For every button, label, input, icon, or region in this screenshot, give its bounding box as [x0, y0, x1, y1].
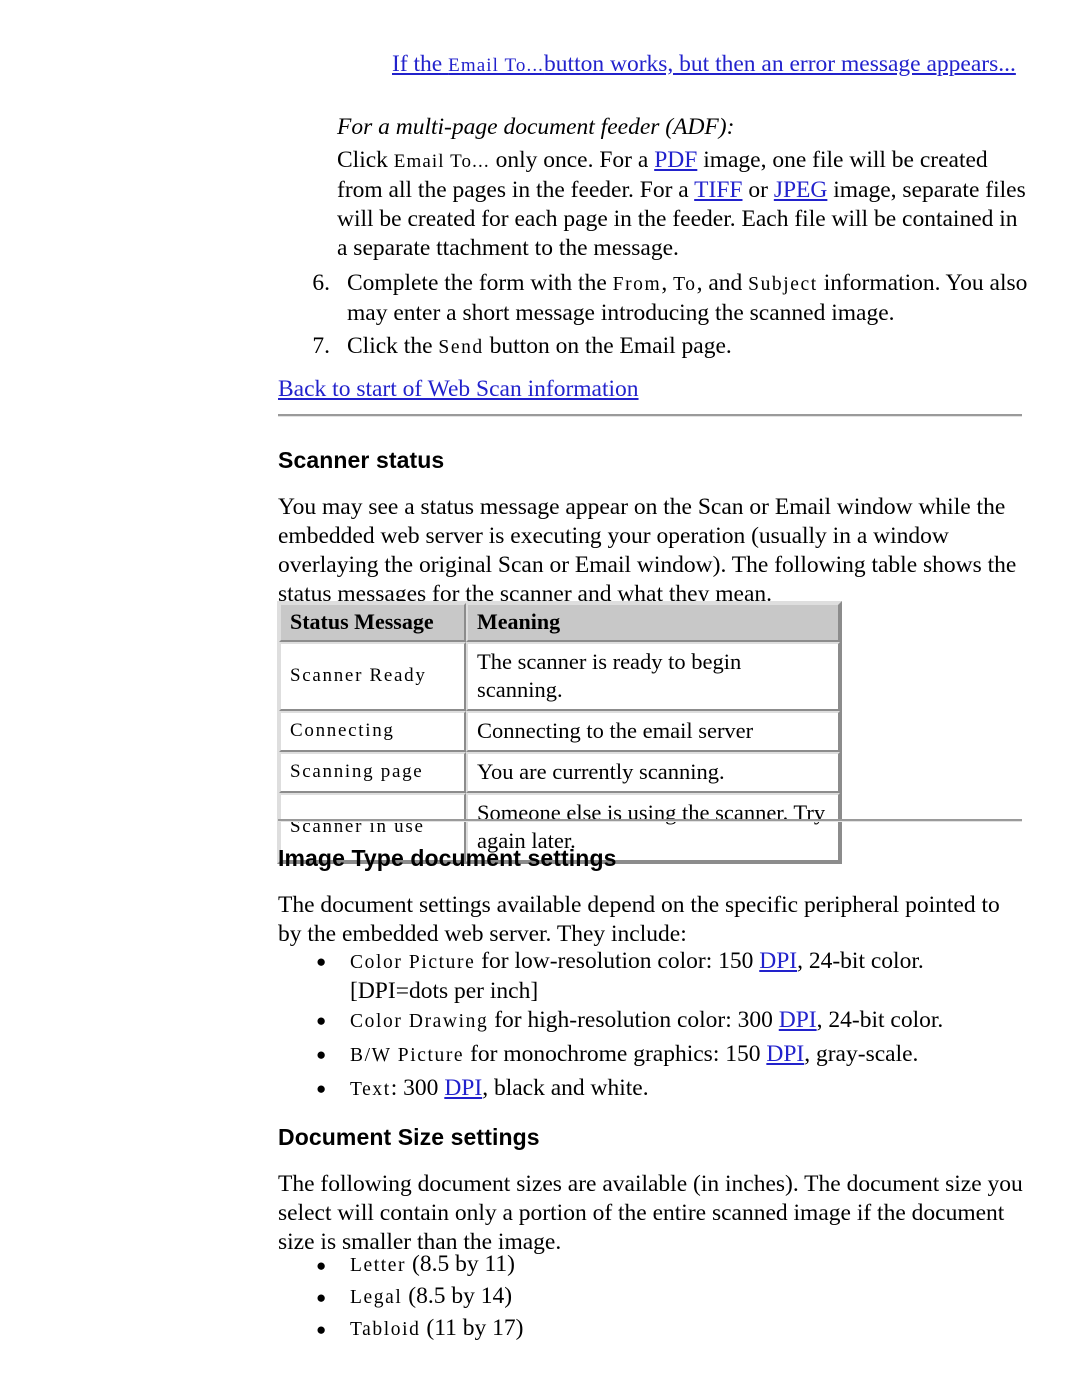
adf-text-1: Click: [337, 147, 394, 173]
step6-text-2: ,: [661, 270, 674, 296]
list-item: ● Tabloid (11 by 17): [316, 1315, 736, 1343]
dpi-link[interactable]: DPI: [766, 1041, 804, 1067]
list-item-text: B/W Picture for monochrome graphics: 150…: [350, 1040, 1026, 1070]
meaning-cell: The scanner is ready to begin scanning.: [466, 642, 840, 711]
adf-paragraph: Click Email To... only once. For a PDF i…: [337, 146, 1027, 263]
document-page: If the Email To...button works, but then…: [0, 0, 1080, 1397]
legal-size-name: Legal: [350, 1287, 403, 1308]
from-field-name: From: [612, 274, 662, 295]
bullet-dot-icon: ●: [316, 1011, 327, 1030]
bullet-dot-icon: ●: [316, 1288, 327, 1307]
text-option-name: Text: [350, 1079, 391, 1100]
list-item-text: Click the Send button on the Email page.: [347, 332, 1030, 362]
document-size-heading: Document Size settings: [278, 1124, 540, 1150]
pdf-link[interactable]: PDF: [654, 147, 697, 173]
bullet-dot-icon: ●: [316, 1256, 327, 1275]
step6-text-1: Complete the form with the: [347, 270, 613, 296]
list-item: ● Color Picture for low-resolution color…: [316, 947, 1026, 1006]
bullet-4-text-1: : 300: [390, 1075, 445, 1101]
list-item: ● Color Drawing for high-resolution colo…: [316, 1006, 1026, 1036]
jpeg-link[interactable]: JPEG: [774, 177, 828, 203]
bullet-dot-icon: ●: [316, 952, 327, 971]
section-divider: [278, 414, 1022, 417]
link-prefix-text: If the: [392, 51, 449, 77]
list-item-text: Color Picture for low-resolution color: …: [350, 947, 1026, 1006]
bullet-dot-icon: ●: [316, 1079, 327, 1098]
bw-picture-option-name: B/W Picture: [350, 1045, 465, 1066]
status-message-cell: Scanning page: [279, 752, 466, 793]
adf-subheading: For a multi-page document feeder (ADF):: [337, 114, 735, 140]
table-header-row: Status Message Meaning: [279, 603, 840, 642]
section-divider: [278, 819, 1022, 822]
color-drawing-option-name: Color Drawing: [350, 1011, 489, 1032]
list-item: ● B/W Picture for monochrome graphics: 1…: [316, 1040, 1026, 1070]
list-item-number: 6.: [312, 270, 330, 296]
error-message-link-paragraph: If the Email To...button works, but then…: [392, 50, 1032, 80]
status-message-table-wrapper: Status Message Meaning Scanner Ready The…: [277, 601, 842, 864]
list-item: 6. Complete the form with the From, To, …: [300, 269, 1030, 328]
bullet-dot-icon: ●: [316, 1045, 327, 1064]
list-item-number: 7.: [312, 333, 330, 359]
back-to-start-link-wrapper: Back to start of Web Scan information: [278, 375, 978, 404]
email-to-button-name: Email To...: [393, 151, 490, 172]
table-row: Scanner Ready The scanner is ready to be…: [279, 642, 840, 711]
list-item-text: Legal (8.5 by 14): [350, 1283, 736, 1311]
back-to-start-link[interactable]: Back to start of Web Scan information: [278, 376, 639, 402]
list-item-text: Letter (8.5 by 11): [350, 1251, 736, 1279]
column-header-meaning: Meaning: [466, 603, 840, 642]
color-picture-option-name: Color Picture: [350, 952, 476, 973]
error-message-link[interactable]: If the Email To...button works, but then…: [392, 51, 1016, 77]
list-item: 7. Click the Send button on the Email pa…: [300, 332, 1030, 362]
document-size-paragraph: The following document sizes are availab…: [278, 1171, 1023, 1255]
column-header-status-message: Status Message: [279, 603, 466, 642]
scanner-status-paragraph: You may see a status message appear on t…: [278, 494, 1017, 607]
list-item-text: Color Drawing for high-resolution color:…: [350, 1006, 1026, 1036]
step6-text-3: , and: [696, 270, 749, 296]
bullet-1-text-1: for low-resolution color: 150: [475, 948, 760, 974]
legal-size-dims: (8.5 by 14): [402, 1283, 513, 1309]
image-type-heading: Image Type document settings: [278, 845, 617, 871]
adf-text-2: only once. For a: [489, 147, 655, 173]
link-suffix-text: button works, but then an error message …: [544, 51, 1016, 77]
status-message-cell: Connecting: [279, 711, 466, 752]
letter-size-name: Letter: [350, 1255, 407, 1276]
step7-text-2: button on the Email page.: [483, 333, 732, 359]
list-item-text: Text: 300 DPI, black and white.: [350, 1074, 1026, 1104]
meaning-cell: You are currently scanning.: [466, 752, 840, 793]
send-button-name: Send: [438, 337, 484, 358]
bullet-2-text-1: for high-resolution color: 300: [488, 1007, 779, 1033]
bullet-4-text-2: , black and white.: [482, 1075, 649, 1101]
adf-text-4: or: [742, 177, 774, 203]
step7-text-1: Click the: [347, 333, 439, 359]
status-message-table: Status Message Meaning Scanner Ready The…: [277, 601, 842, 864]
list-item-text: Complete the form with the From, To, and…: [347, 269, 1030, 328]
meaning-cell: Connecting to the email server: [466, 711, 840, 752]
image-type-paragraph: The document settings available depend o…: [278, 892, 1000, 947]
tabloid-size-name: Tabloid: [350, 1319, 421, 1340]
dpi-link[interactable]: DPI: [779, 1007, 817, 1033]
table-row: Scanning page You are currently scanning…: [279, 752, 840, 793]
bullet-dot-icon: ●: [316, 1320, 327, 1339]
dpi-link[interactable]: DPI: [759, 948, 797, 974]
email-to-button-name: Email To...: [448, 55, 545, 76]
list-item: ● Legal (8.5 by 14): [316, 1283, 736, 1311]
subject-field-name: Subject: [748, 274, 818, 295]
letter-size-dims: (8.5 by 11): [406, 1251, 515, 1277]
to-field-name: To: [673, 274, 697, 295]
bullet-2-text-2: , 24-bit color.: [816, 1007, 944, 1033]
status-message-cell: Scanner Ready: [279, 642, 466, 711]
scanner-status-heading: Scanner status: [278, 447, 445, 473]
list-item: ● Text: 300 DPI, black and white.: [316, 1074, 1026, 1104]
dpi-link[interactable]: DPI: [444, 1075, 482, 1101]
bullet-3-text-2: , gray-scale.: [804, 1041, 919, 1067]
tabloid-size-dims: (11 by 17): [420, 1315, 524, 1341]
list-item-text: Tabloid (11 by 17): [350, 1315, 736, 1343]
bullet-3-text-1: for monochrome graphics: 150: [464, 1041, 767, 1067]
table-row: Connecting Connecting to the email serve…: [279, 711, 840, 752]
list-item: ● Letter (8.5 by 11): [316, 1251, 736, 1279]
tiff-link[interactable]: TIFF: [694, 177, 742, 203]
